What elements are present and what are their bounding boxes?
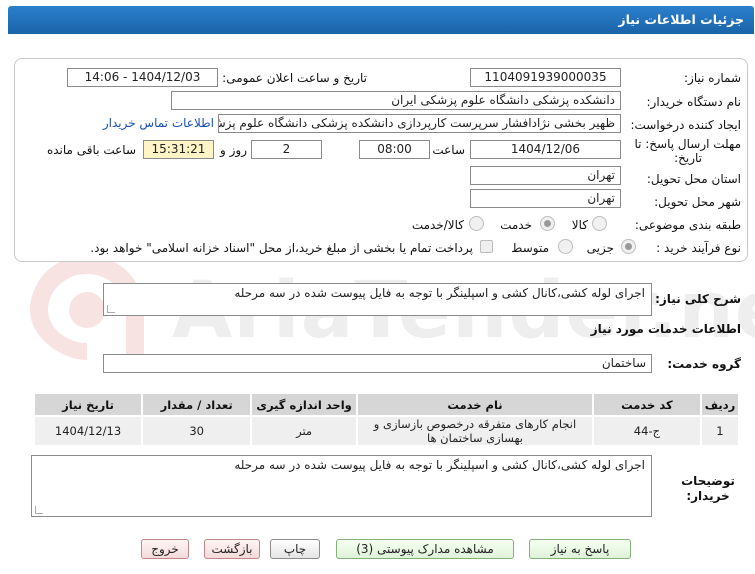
- buyer-org-label: نام دستگاه خریدار:: [646, 95, 742, 109]
- buyer-notes-textarea: اجرای لوله کشی،کانال کشی و اسپلینگر با ت…: [31, 455, 652, 517]
- resize-handle-icon[interactable]: [35, 506, 43, 514]
- remaining-days-field: 2: [251, 140, 322, 159]
- treasury-payment-note: پرداخت تمام یا بخشی از مبلغ خرید،از محل …: [90, 241, 473, 255]
- print-button[interactable]: چاپ: [270, 539, 320, 559]
- deadline-time-label: ساعت: [432, 143, 465, 157]
- service-group-field: ساختمان: [103, 354, 652, 373]
- cell-unit: متر: [250, 415, 359, 447]
- table-row: 1 ج-44 انجام کارهای متفرقه درخصوص بازساز…: [32, 415, 741, 447]
- column-header-quantity: تعداد / مقدار: [141, 392, 253, 417]
- services-section-title: اطلاعات خدمات مورد نیاز: [590, 322, 741, 336]
- remaining-time-label: ساعت باقی مانده: [46, 143, 136, 157]
- column-header-need-date: تاریخ نیاز: [32, 392, 144, 417]
- announce-date-field: 1404/12/03 - 14:06: [67, 68, 218, 87]
- notes-label-line1: توضیحات: [681, 474, 735, 488]
- requester-field: ظهیر بخشی نژادافشار سرپرست کارپردازی دان…: [218, 114, 621, 133]
- deadline-date-field: 1404/12/06: [470, 140, 621, 159]
- summary-label: شرح کلی نیاز:: [655, 292, 741, 306]
- back-button[interactable]: بازگشت: [204, 539, 260, 559]
- notes-label-line2: خریدار:: [686, 489, 730, 503]
- need-number-label: شماره نیاز:: [684, 71, 741, 85]
- category-radio-service[interactable]: [540, 216, 555, 231]
- category-radio-goods-service[interactable]: [469, 216, 484, 231]
- cell-need-date: 1404/12/13: [32, 415, 144, 447]
- city-field: تهران: [470, 189, 621, 208]
- category-radio-goods[interactable]: [592, 216, 607, 231]
- treasury-payment-checkbox[interactable]: [480, 240, 493, 253]
- category-label: طبقه بندی موضوعی:: [634, 218, 741, 232]
- cell-row-number: 1: [699, 415, 741, 447]
- exit-button[interactable]: خروج: [141, 539, 189, 559]
- process-radio-medium[interactable]: [558, 239, 573, 254]
- page-title: جزئیات اطلاعات نیاز: [618, 12, 744, 27]
- requester-label: ایجاد کننده درخواست:: [630, 118, 741, 132]
- view-attachments-button[interactable]: مشاهده مدارک پیوستی (3): [336, 539, 514, 559]
- process-option-medium: متوسط: [511, 241, 549, 255]
- cell-service-code: ج-44: [591, 415, 702, 447]
- services-table-header: ردیف کد خدمت نام خدمت واحد اندازه گیری ت…: [32, 392, 741, 417]
- deadline-label: مهلت ارسال پاسخ: تا: [634, 137, 741, 151]
- category-option-goods: کالا: [571, 218, 588, 232]
- buyer-notes-text: اجرای لوله کشی،کانال کشی و اسپلینگر با ت…: [234, 458, 645, 472]
- cell-quantity: 30: [141, 415, 253, 447]
- resize-handle-icon[interactable]: [107, 305, 115, 313]
- deadline-date-label: تاریخ:: [674, 151, 702, 165]
- category-option-service: خدمت: [500, 218, 532, 232]
- column-header-unit: واحد اندازه گیری: [250, 392, 359, 417]
- page-title-bar: جزئیات اطلاعات نیاز: [8, 6, 754, 34]
- city-label: شهر محل تحویل:: [654, 195, 741, 209]
- category-option-goods-service: کالا/خدمت: [411, 218, 464, 232]
- need-number-field: 1104091939000035: [470, 68, 621, 87]
- process-type-label: نوع فرآیند خرید :: [656, 241, 741, 255]
- reply-button[interactable]: پاسخ به نیاز: [529, 539, 631, 559]
- column-header-service-code: کد خدمت: [591, 392, 702, 417]
- province-field: تهران: [470, 166, 621, 185]
- process-radio-minor[interactable]: [621, 239, 636, 254]
- service-group-label: گروه خدمت:: [667, 357, 741, 371]
- summary-text: اجرای لوله کشی،کانال کشی و اسپلینگر با ت…: [234, 286, 645, 300]
- column-header-row-number: ردیف: [699, 392, 741, 417]
- column-header-service-name: نام خدمت: [356, 392, 594, 417]
- services-table: ردیف کد خدمت نام خدمت واحد اندازه گیری ت…: [32, 392, 741, 447]
- cell-service-name: انجام کارهای متفرقه درخصوص بازسازی و بهس…: [356, 415, 594, 447]
- announce-date-label: تاریخ و ساعت اعلان عمومی:: [222, 71, 367, 85]
- province-label: استان محل تحویل:: [646, 172, 741, 186]
- remaining-days-label: روز و: [220, 143, 247, 157]
- deadline-time-field: 08:00: [359, 140, 430, 159]
- buyer-org-field: دانشکده پزشکی دانشگاه علوم پزشکی ایران: [171, 91, 621, 110]
- summary-textarea: اجرای لوله کشی،کانال کشی و اسپلینگر با ت…: [103, 283, 652, 316]
- buyer-contact-link[interactable]: اطلاعات تماس خریدار: [103, 116, 214, 130]
- remaining-time-field: 15:31:21: [143, 140, 214, 159]
- process-option-minor: جزیی: [586, 241, 614, 255]
